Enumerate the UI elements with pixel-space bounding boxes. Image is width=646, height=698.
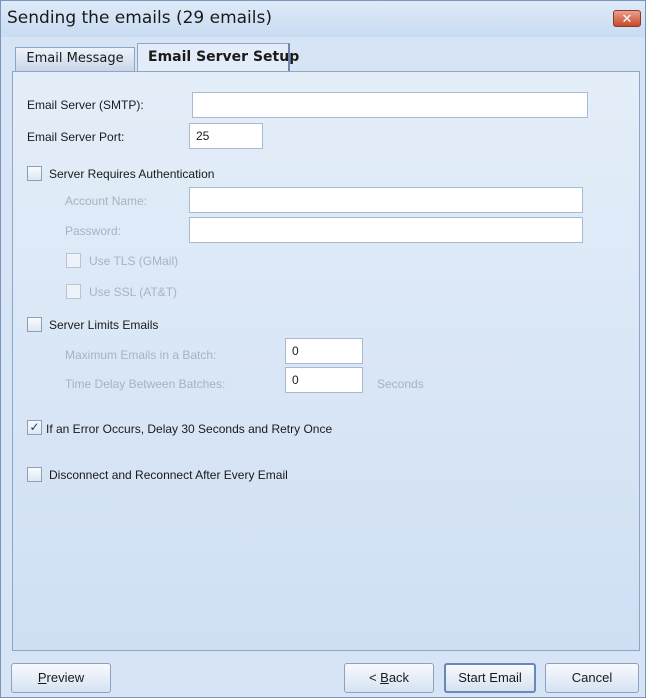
- start-email-button[interactable]: Start Email: [444, 663, 536, 693]
- smtp-input[interactable]: [192, 92, 588, 118]
- max-emails-input[interactable]: 0: [285, 338, 363, 364]
- dialog-window: Sending the emails (29 emails) ✕ Email M…: [0, 0, 646, 698]
- time-delay-input[interactable]: 0: [285, 367, 363, 393]
- account-name-input[interactable]: [189, 187, 583, 213]
- tls-checkbox-label: Use TLS (GMail): [89, 254, 179, 268]
- reconnect-checkbox-label: Disconnect and Reconnect After Every Ema…: [49, 468, 288, 482]
- ssl-checkbox-label: Use SSL (AT&T): [89, 285, 178, 299]
- account-name-label: Account Name:: [65, 194, 148, 208]
- password-input[interactable]: [189, 217, 583, 243]
- close-button[interactable]: ✕: [613, 10, 641, 27]
- ssl-checkbox[interactable]: [66, 284, 81, 299]
- checkmark-icon: ✓: [29, 420, 40, 434]
- port-label: Email Server Port:: [27, 130, 125, 144]
- auth-checkbox[interactable]: [27, 166, 42, 181]
- port-input[interactable]: 25: [189, 123, 263, 149]
- retry-checkbox-label: If an Error Occurs, Delay 30 Seconds and…: [46, 422, 333, 436]
- reconnect-checkbox[interactable]: [27, 467, 42, 482]
- preview-button[interactable]: Preview: [11, 663, 111, 693]
- window-title: Sending the emails (29 emails): [7, 8, 272, 28]
- seconds-unit-label: Seconds: [377, 377, 424, 391]
- smtp-label: Email Server (SMTP):: [27, 98, 144, 112]
- tab-email-message[interactable]: Email Message: [15, 47, 135, 71]
- time-delay-label: Time Delay Between Batches:: [65, 377, 226, 391]
- limits-checkbox[interactable]: [27, 317, 42, 332]
- cancel-button[interactable]: Cancel: [545, 663, 639, 693]
- back-mnemonic: B: [380, 670, 389, 685]
- limits-checkbox-label: Server Limits Emails: [49, 318, 159, 332]
- password-label: Password:: [65, 224, 122, 238]
- close-icon: ✕: [621, 12, 633, 27]
- retry-checkbox[interactable]: ✓: [27, 420, 42, 435]
- back-label-rest: ack: [388, 670, 410, 685]
- tab-strip: Email Message Email Server Setup: [1, 37, 645, 73]
- auth-checkbox-label: Server Requires Authentication: [49, 167, 215, 181]
- title-bar[interactable]: Sending the emails (29 emails) ✕: [1, 1, 645, 37]
- max-emails-label: Maximum Emails in a Batch:: [65, 348, 217, 362]
- preview-mnemonic: P: [37, 670, 47, 685]
- server-setup-panel: Email Server (SMTP): Email Server Port: …: [12, 71, 640, 651]
- tab-email-server-setup[interactable]: Email Server Setup: [137, 43, 299, 73]
- preview-label-rest: review: [46, 670, 85, 685]
- back-button[interactable]: < Back: [344, 663, 434, 693]
- tls-checkbox[interactable]: [66, 253, 81, 268]
- back-prefix: <: [368, 670, 381, 685]
